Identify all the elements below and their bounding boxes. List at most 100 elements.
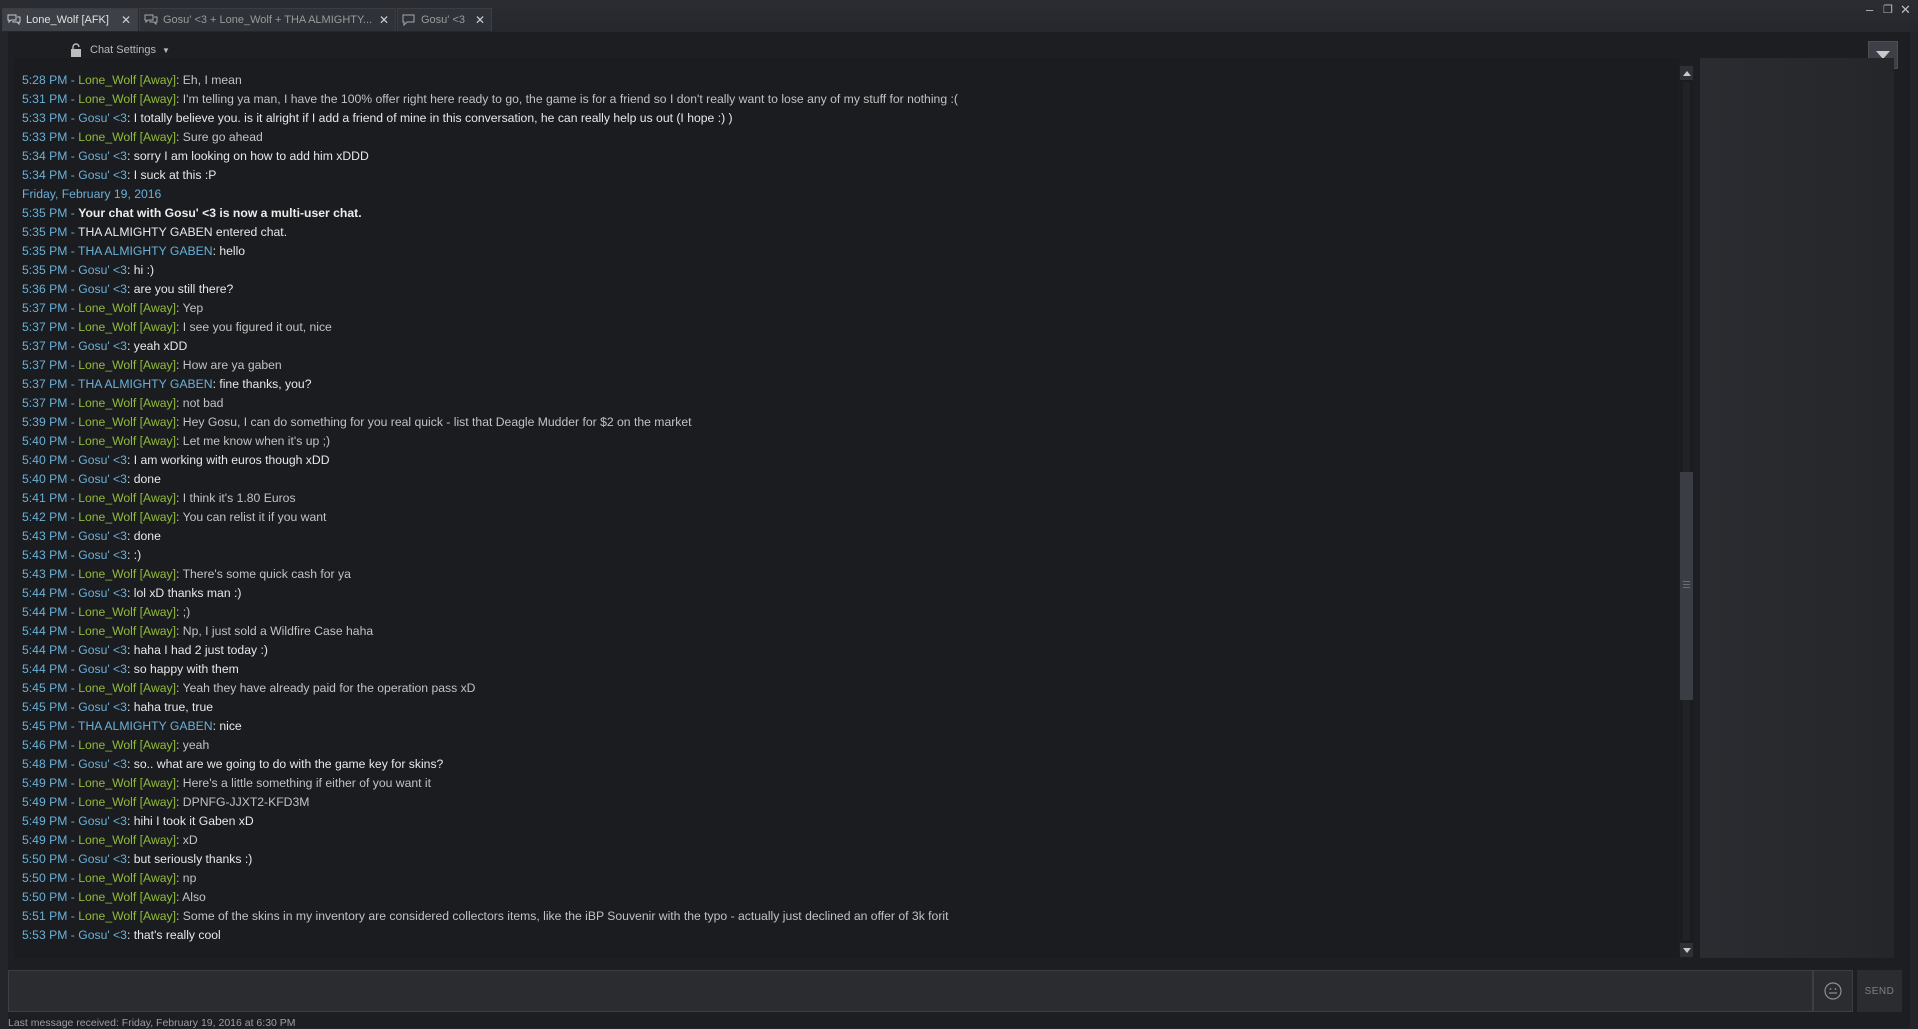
chat-settings-menu[interactable]: Chat Settings ▼ <box>70 43 170 57</box>
chat-message: 5:43 PM - Gosu' <3: :) <box>14 546 1679 565</box>
date-label: Friday, February 19, 2016 <box>22 187 162 201</box>
message-username[interactable]: Lone_Wolf [Away] <box>78 871 176 885</box>
message-timestamp: 5:33 PM - <box>22 111 79 125</box>
message-timestamp: 5:35 PM - <box>22 244 78 258</box>
message-username[interactable]: Lone_Wolf [Away] <box>78 833 176 847</box>
message-username[interactable]: Gosu' <3 <box>78 263 127 277</box>
message-username[interactable]: Gosu' <3 <box>78 149 127 163</box>
message-username[interactable]: Gosu' <3 <box>78 757 127 771</box>
caret-down-icon: ▼ <box>162 45 170 55</box>
message-timestamp: 5:35 PM - <box>22 263 79 277</box>
message-username[interactable]: Lone_Wolf [Away] <box>78 396 176 410</box>
message-username[interactable]: Lone_Wolf [Away] <box>78 738 176 752</box>
message-timestamp: 5:43 PM - <box>22 567 79 581</box>
message-username[interactable]: Gosu' <3 <box>78 529 127 543</box>
message-timestamp: 5:43 PM - <box>22 529 79 543</box>
message-username[interactable]: Lone_Wolf [Away] <box>78 510 176 524</box>
message-username[interactable]: Lone_Wolf [Away] <box>78 434 176 448</box>
message-timestamp: 5:51 PM - <box>22 909 79 923</box>
message-username[interactable]: Gosu' <3 <box>78 548 127 562</box>
chat-message: 5:37 PM - Lone_Wolf [Away]: I see you fi… <box>14 318 1679 337</box>
message-text: : Sure go ahead <box>176 130 263 144</box>
message-text: : nice <box>212 719 242 733</box>
message-username[interactable]: Gosu' <3 <box>78 339 127 353</box>
message-timestamp: 5:48 PM - <box>22 757 79 771</box>
message-username[interactable]: THA ALMIGHTY GABEN <box>78 377 213 391</box>
message-username[interactable]: THA ALMIGHTY GABEN <box>78 719 213 733</box>
message-username[interactable]: Lone_Wolf [Away] <box>78 92 176 106</box>
message-text: Your chat with Gosu' <3 is now a multi-u… <box>78 206 362 220</box>
scroll-up-arrow[interactable] <box>1680 66 1693 80</box>
close-tab-icon[interactable]: ✕ <box>121 13 131 27</box>
message-timestamp: 5:40 PM - <box>22 434 79 448</box>
minimize-icon[interactable]: ‒ <box>1866 2 1873 17</box>
message-text: : Hey Gosu, I can do something for you r… <box>176 415 692 429</box>
message-timestamp: 5:49 PM - <box>22 795 79 809</box>
message-text: : I see you figured it out, nice <box>176 320 332 334</box>
scroll-thumb[interactable] <box>1680 472 1693 700</box>
message-username[interactable]: Gosu' <3 <box>78 814 127 828</box>
message-username[interactable]: Gosu' <3 <box>78 700 127 714</box>
message-username[interactable]: Lone_Wolf [Away] <box>78 73 176 87</box>
message-username[interactable]: Lone_Wolf [Away] <box>78 890 176 904</box>
message-username[interactable]: Lone_Wolf [Away] <box>78 491 176 505</box>
message-username[interactable]: Gosu' <3 <box>78 282 127 296</box>
message-username[interactable]: Lone_Wolf [Away] <box>78 130 176 144</box>
message-username[interactable]: Gosu' <3 <box>78 852 127 866</box>
close-tab-icon[interactable]: ✕ <box>475 13 485 27</box>
message-username[interactable]: Lone_Wolf [Away] <box>78 624 176 638</box>
chat-message: 5:48 PM - Gosu' <3: so.. what are we goi… <box>14 755 1679 774</box>
chat-message: 5:49 PM - Lone_Wolf [Away]: xD <box>14 831 1679 850</box>
message-username[interactable]: Lone_Wolf [Away] <box>78 301 176 315</box>
message-text: : How are ya gaben <box>176 358 282 372</box>
message-timestamp: 5:37 PM - <box>22 396 79 410</box>
message-username[interactable]: Lone_Wolf [Away] <box>78 795 176 809</box>
message-username[interactable]: Lone_Wolf [Away] <box>78 776 176 790</box>
tab-gosu[interactable]: Gosu' <3 ✕ <box>397 8 492 31</box>
tab-group-chat[interactable]: Gosu' <3 + Lone_Wolf + THA ALMIGHTY... ✕ <box>139 8 396 31</box>
message-text: : not bad <box>176 396 224 410</box>
message-username[interactable]: Lone_Wolf [Away] <box>78 320 176 334</box>
message-username[interactable]: Gosu' <3 <box>78 586 127 600</box>
chat-log[interactable]: 5:28 PM - Lone_Wolf [Away]: Eh, I mean 5:… <box>14 58 1679 958</box>
message-username[interactable]: Gosu' <3 <box>78 643 127 657</box>
message-timestamp: 5:44 PM - <box>22 605 79 619</box>
message-timestamp: 5:53 PM - <box>22 928 79 942</box>
scroll-down-arrow[interactable] <box>1680 943 1693 957</box>
restore-icon[interactable]: ❐ <box>1883 3 1893 16</box>
close-tab-icon[interactable]: ✕ <box>379 13 389 27</box>
message-timestamp: 5:50 PM - <box>22 890 79 904</box>
message-text: : You can relist it if you want <box>176 510 327 524</box>
chat-message: 5:34 PM - Gosu' <3: I suck at this :P <box>14 166 1679 185</box>
tab-label: Gosu' <3 <box>421 14 465 26</box>
message-username[interactable]: Lone_Wolf [Away] <box>78 681 176 695</box>
message-username[interactable]: Gosu' <3 <box>78 662 127 676</box>
chat-message: 5:40 PM - Gosu' <3: I am working with eu… <box>14 451 1679 470</box>
message-username[interactable]: Lone_Wolf [Away] <box>78 605 176 619</box>
message-username[interactable]: Gosu' <3 <box>78 472 127 486</box>
chat-icon <box>7 14 21 26</box>
triangle-up-icon <box>1682 70 1691 76</box>
message-timestamp: 5:37 PM - <box>22 339 79 353</box>
close-window-icon[interactable]: ✕ <box>1900 2 1911 18</box>
send-button[interactable]: SEND <box>1857 970 1902 1012</box>
tab-lone-wolf[interactable]: Lone_Wolf [AFK] ✕ <box>2 8 138 31</box>
message-timestamp: 5:49 PM - <box>22 776 79 790</box>
emoticon-button[interactable] <box>1813 970 1853 1012</box>
message-username[interactable]: Lone_Wolf [Away] <box>78 567 176 581</box>
message-username[interactable]: Gosu' <3 <box>78 928 127 942</box>
message-username[interactable]: Gosu' <3 <box>78 168 127 182</box>
message-timestamp: 5:45 PM - <box>22 719 78 733</box>
message-username[interactable]: Gosu' <3 <box>78 111 127 125</box>
chat-message: 5:45 PM - THA ALMIGHTY GABEN: nice <box>14 717 1679 736</box>
message-text: : lol xD thanks man :) <box>126 586 242 600</box>
scrollbar[interactable] <box>1680 66 1693 957</box>
message-username[interactable]: Lone_Wolf [Away] <box>78 909 176 923</box>
message-username[interactable]: Gosu' <3 <box>78 453 127 467</box>
message-input[interactable] <box>8 970 1813 1012</box>
chat-message: 5:43 PM - Gosu' <3: done <box>14 527 1679 546</box>
message-username[interactable]: THA ALMIGHTY GABEN <box>78 244 213 258</box>
message-username[interactable]: Lone_Wolf [Away] <box>78 415 176 429</box>
message-username[interactable]: Lone_Wolf [Away] <box>78 358 176 372</box>
message-text: THA ALMIGHTY GABEN entered chat. <box>78 225 288 239</box>
